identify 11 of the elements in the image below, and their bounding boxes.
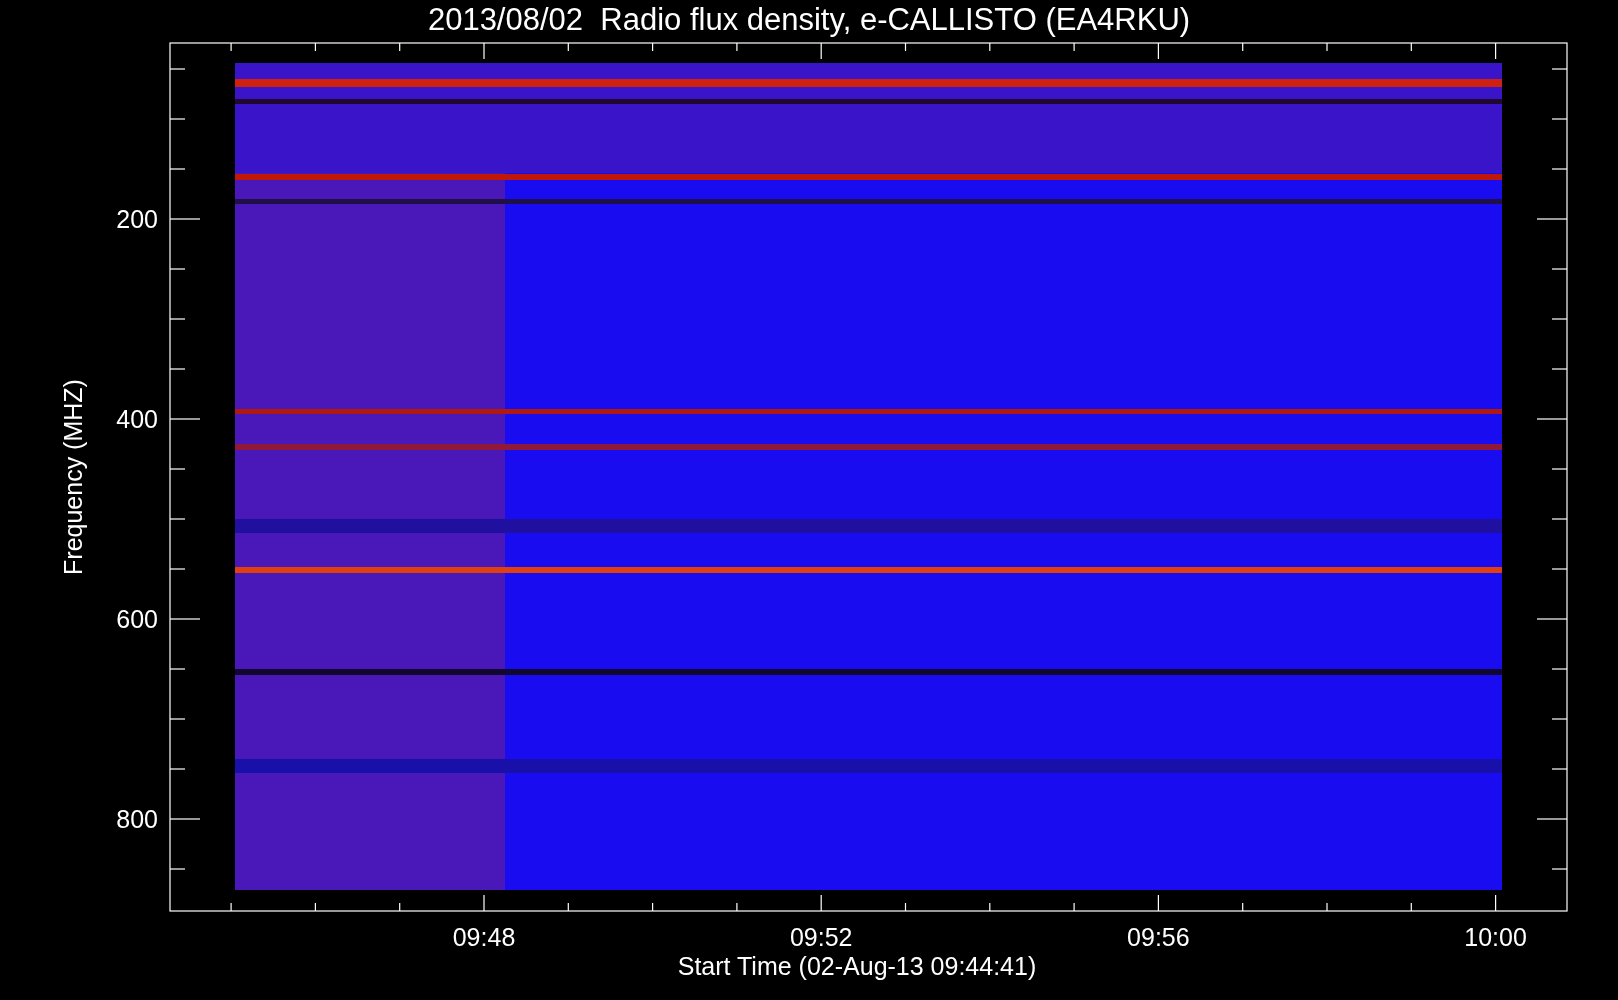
x-tick-label: 10:00 [1464, 923, 1527, 951]
x-tick-label: 09:52 [789, 923, 853, 951]
y-tick-label: 600 [116, 605, 158, 633]
chart-title: 2013/08/02 Radio flux density, e-CALLISTO (EA4RKU) [427, 2, 1191, 37]
y-tick-label: 200 [116, 205, 158, 233]
x-tick-label: 09:56 [1127, 923, 1190, 951]
y-tick-label: 400 [116, 405, 158, 433]
y-axis-label: Frequency (MHZ) [59, 379, 87, 575]
y-tick-label: 800 [116, 805, 158, 833]
x-tick-label: 09:48 [452, 923, 516, 951]
x-axis-label: Start Time (02-Aug-13 09:44:41) [677, 952, 1037, 980]
